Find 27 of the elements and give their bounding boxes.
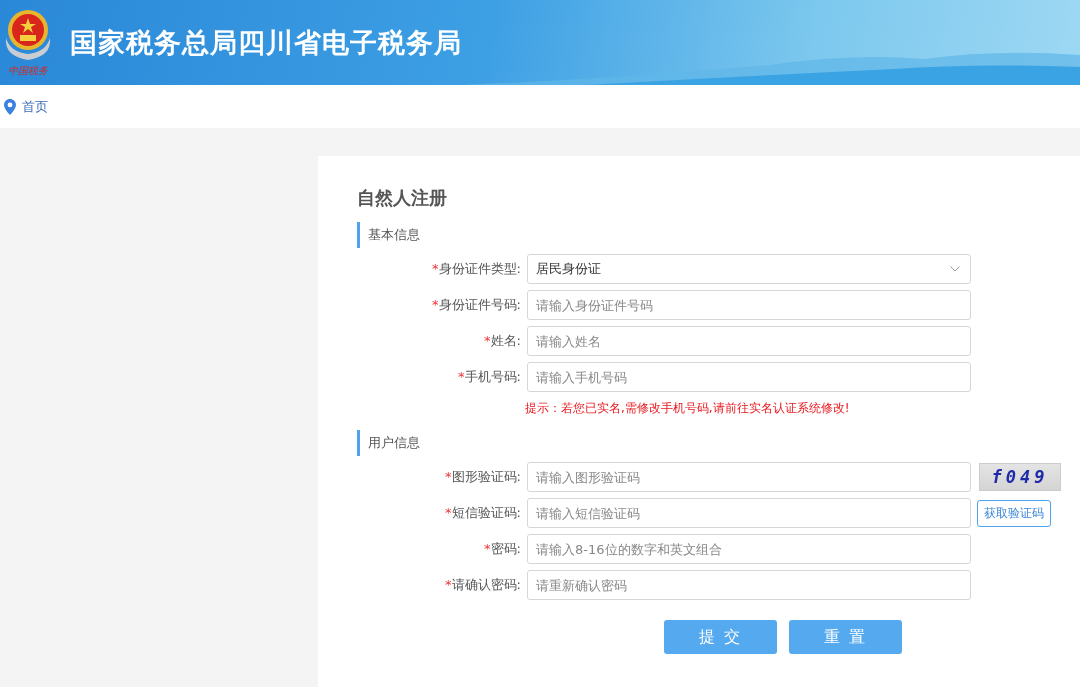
field-label: *短信验证码: (444, 504, 522, 522)
field-label: *身份证件号码: (431, 296, 522, 314)
notice-text: 提示：若您已实名,需修改手机号码,请前往实名认证系统修改! (524, 400, 851, 417)
field-label: *身份证件类型: (431, 260, 522, 278)
input-field[interactable]: 请输入姓名 (527, 326, 971, 356)
field-label: *请确认密码: (444, 576, 522, 594)
input-field[interactable]: 请输入8-16位的数字和英文组合 (527, 534, 971, 564)
field-label: *密码: (483, 540, 522, 558)
field-label: *图形验证码: (444, 468, 522, 486)
chevron-down-icon (950, 266, 960, 272)
field-label: *姓名: (483, 332, 522, 350)
input-field[interactable]: 请输入图形验证码 (527, 462, 971, 492)
input-field[interactable]: 请输入手机号码 (527, 362, 971, 392)
location-pin-icon (4, 98, 16, 115)
id-type-dropdown[interactable]: 居民身份证 (527, 254, 971, 284)
home-breadcrumb-link[interactable]: 首页 (22, 97, 48, 116)
form-title: 自然人注册 (357, 186, 448, 210)
input-field[interactable]: 请重新确认密码 (527, 570, 971, 600)
input-field[interactable]: 请输入身份证件号码 (527, 290, 971, 320)
section-heading: 基本信息 (357, 222, 1080, 248)
section-heading: 用户信息 (357, 430, 1080, 456)
field-label: *手机号码: (457, 368, 522, 386)
site-title: 国家税务总局四川省电子税务局 (70, 25, 462, 60)
get-code-button[interactable]: 获取验证码 (977, 499, 1051, 527)
input-field[interactable]: 请输入短信验证码 (527, 498, 971, 528)
captcha-image[interactable]: f049 (979, 463, 1061, 491)
logo-text: 中国税务 (8, 63, 48, 78)
